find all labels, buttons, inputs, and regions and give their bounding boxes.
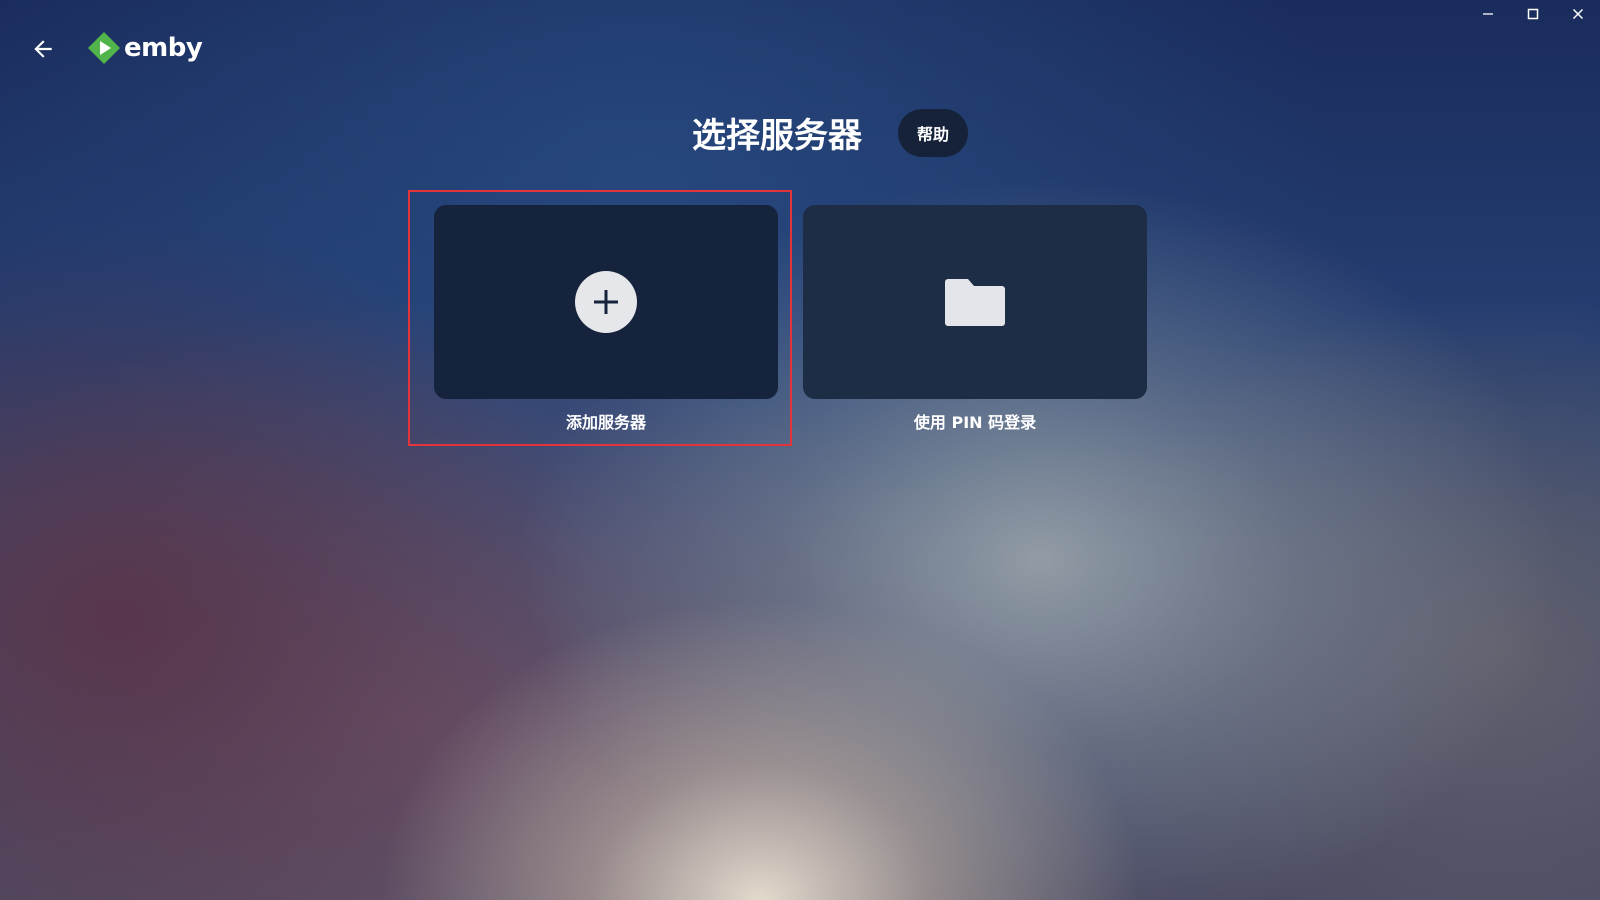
- server-options: 添加服务器 使用 PIN 码登录: [434, 205, 1147, 433]
- minimize-button[interactable]: [1465, 0, 1510, 28]
- page-header: 选择服务器 帮助: [0, 108, 1600, 157]
- window-controls: [1465, 0, 1600, 28]
- page-title: 选择服务器: [692, 116, 862, 156]
- folder-icon: [945, 279, 1005, 326]
- add-server-tile[interactable]: [434, 205, 778, 399]
- minimize-icon: [1482, 13, 1493, 15]
- maximize-button[interactable]: [1510, 0, 1555, 28]
- maximize-icon: [1527, 8, 1538, 20]
- back-button[interactable]: [28, 34, 58, 64]
- help-button[interactable]: 帮助: [898, 108, 968, 157]
- close-icon: [1572, 8, 1583, 20]
- emby-logo-icon: [88, 32, 120, 64]
- logo-text: emby: [124, 33, 203, 63]
- arrow-left-icon: [34, 40, 52, 58]
- pin-login-tile[interactable]: [803, 205, 1147, 399]
- add-server-card[interactable]: 添加服务器: [434, 205, 778, 433]
- pin-login-label: 使用 PIN 码登录: [913, 413, 1037, 432]
- pin-login-card[interactable]: 使用 PIN 码登录: [803, 205, 1147, 433]
- emby-logo: emby: [86, 30, 203, 66]
- plus-circle-icon: [575, 271, 637, 333]
- close-button[interactable]: [1555, 0, 1600, 28]
- add-server-label: 添加服务器: [565, 413, 646, 432]
